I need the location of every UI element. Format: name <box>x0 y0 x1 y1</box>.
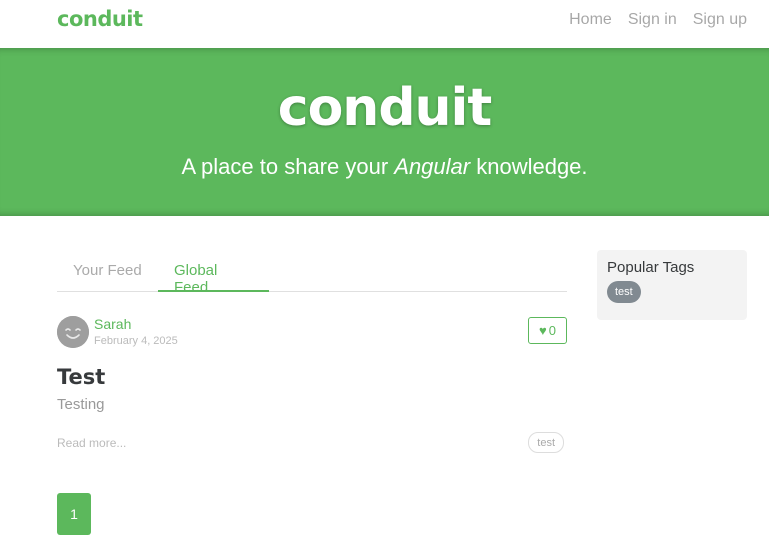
sidebar-title: Popular Tags <box>607 259 695 276</box>
article-description[interactable]: Testing <box>57 396 105 413</box>
banner-tagline: A place to share your Angular knowledge. <box>0 154 769 180</box>
navbar: conduit Home Sign in Sign up <box>0 0 769 40</box>
tagline-text-after: knowledge. <box>470 154 588 179</box>
nav-links: Home Sign in Sign up <box>569 11 747 29</box>
article-title[interactable]: Test <box>57 365 105 389</box>
author-name-link[interactable]: Sarah <box>94 316 131 332</box>
heart-icon: ♥ <box>539 323 547 338</box>
article-preview: Sarah February 4, 2025 ♥ 0 Test Testing … <box>57 316 567 456</box>
favorite-count: 0 <box>548 323 556 338</box>
nav-sign-in-link[interactable]: Sign in <box>628 11 677 29</box>
brand-logo[interactable]: conduit <box>57 7 143 31</box>
hero-banner: conduit A place to share your Angular kn… <box>0 48 769 216</box>
article-tag: test <box>528 432 564 453</box>
read-more-link[interactable]: Read more... <box>57 436 126 450</box>
feed-toggle: Your Feed Global Feed <box>57 250 567 296</box>
tab-global-feed[interactable]: Global Feed <box>158 250 269 296</box>
popular-tags-sidebar: Popular Tags test <box>597 250 747 320</box>
nav-home-link[interactable]: Home <box>569 11 612 29</box>
banner-title: conduit <box>277 78 493 138</box>
nav-sign-up-link[interactable]: Sign up <box>693 11 747 29</box>
tagline-emphasis: Angular <box>394 154 471 179</box>
article-date: February 4, 2025 <box>94 335 178 347</box>
popular-tag[interactable]: test <box>607 281 641 303</box>
smiley-avatar-icon <box>57 316 89 348</box>
favorite-button[interactable]: ♥ 0 <box>528 317 567 344</box>
author-avatar[interactable] <box>57 316 89 348</box>
tab-your-feed[interactable]: Your Feed <box>57 250 158 292</box>
tagline-text-before: A place to share your <box>181 154 395 179</box>
pagination-page-1[interactable]: 1 <box>57 493 91 535</box>
